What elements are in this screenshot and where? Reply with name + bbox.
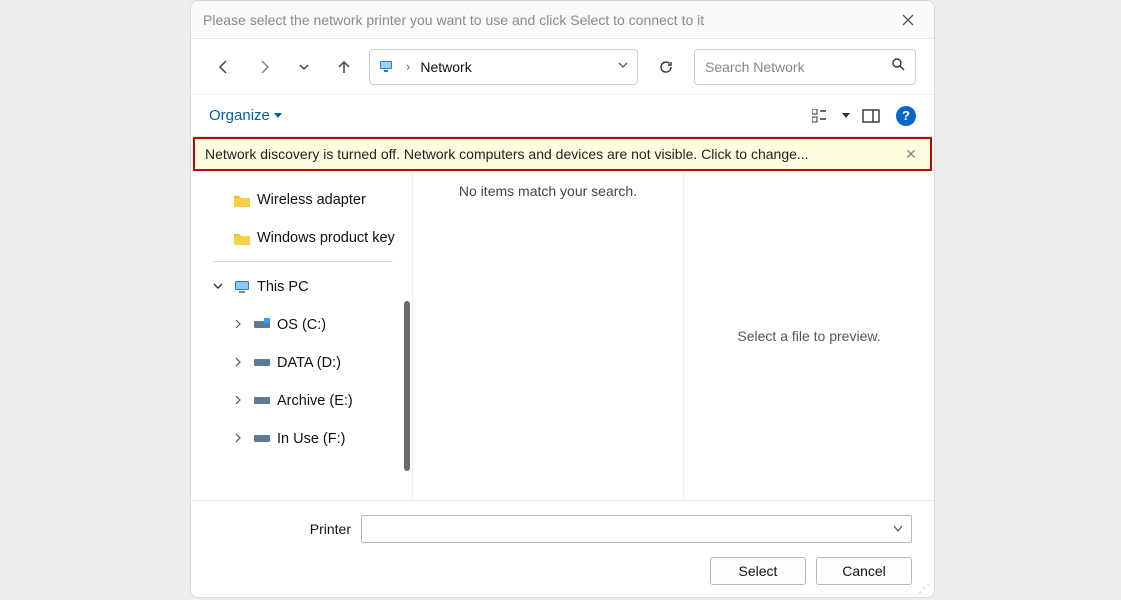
printer-row: Printer [213, 515, 912, 543]
dialog-title: Please select the network printer you wa… [203, 12, 894, 28]
nav-scrollbar-thumb[interactable] [404, 301, 410, 471]
search-icon [891, 57, 905, 76]
printer-combo[interactable] [361, 515, 912, 543]
drive-icon [253, 432, 271, 446]
drive-item[interactable]: Archive (E:) [213, 382, 412, 420]
body: Wireless adapter Windows product key Thi… [191, 171, 934, 500]
network-discovery-warning[interactable]: Network discovery is turned off. Network… [193, 137, 932, 171]
drive-item[interactable]: OS (C:) [213, 306, 412, 344]
drive-item[interactable]: In Use (F:) [213, 420, 412, 458]
help-button[interactable]: ? [896, 106, 916, 126]
navigation-pane[interactable]: Wireless adapter Windows product key Thi… [191, 171, 413, 500]
chevron-down-icon [893, 525, 903, 533]
folder-icon [233, 193, 251, 208]
breadcrumb-separator: › [406, 59, 410, 74]
address-bar[interactable]: › Network [369, 49, 638, 85]
chevron-down-icon[interactable] [213, 280, 227, 294]
file-list[interactable]: No items match your search. [413, 171, 684, 500]
toolbar: Organize ? [191, 95, 934, 137]
address-dropdown[interactable] [617, 58, 629, 76]
drive-label: DATA (D:) [277, 355, 341, 371]
drive-label: Archive (E:) [277, 393, 353, 409]
folder-label: Windows product key [257, 230, 395, 246]
bottom-panel: Printer Select Cancel [191, 500, 934, 597]
folder-icon [233, 231, 251, 246]
titlebar: Please select the network printer you wa… [191, 1, 934, 39]
search-box[interactable] [694, 49, 916, 85]
folder-label: Wireless adapter [257, 192, 366, 208]
empty-list-text: No items match your search. [459, 183, 637, 500]
tree-divider [213, 261, 393, 262]
back-button[interactable] [209, 52, 239, 82]
preview-empty-text: Select a file to preview. [737, 328, 880, 344]
breadcrumb-location[interactable]: Network [420, 59, 471, 75]
network-icon [378, 59, 396, 75]
organize-menu[interactable]: Organize [209, 107, 282, 124]
pc-icon [233, 280, 251, 294]
search-input[interactable] [705, 59, 891, 75]
view-dropdown[interactable] [840, 101, 852, 131]
dialog-buttons: Select Cancel [213, 557, 912, 585]
warning-text: Network discovery is turned off. Network… [205, 146, 902, 162]
drive-label: OS (C:) [277, 317, 326, 333]
content-pane: No items match your search. Select a fil… [413, 171, 934, 500]
up-button[interactable] [329, 52, 359, 82]
chevron-right-icon[interactable] [233, 394, 247, 408]
close-button[interactable] [894, 6, 922, 34]
folder-item[interactable]: Wireless adapter [213, 181, 412, 219]
organize-label: Organize [209, 107, 270, 124]
chevron-right-icon[interactable] [233, 318, 247, 332]
chevron-right-icon[interactable] [233, 356, 247, 370]
drive-label: In Use (F:) [277, 431, 345, 447]
resize-grip[interactable]: ⋰ [918, 581, 930, 595]
preview-pane-toggle[interactable] [856, 101, 886, 131]
recent-dropdown[interactable] [289, 52, 319, 82]
select-button[interactable]: Select [710, 557, 806, 585]
navigation-row: › Network [191, 39, 934, 95]
this-pc-node[interactable]: This PC [213, 268, 412, 306]
chevron-right-icon[interactable] [233, 432, 247, 446]
folder-item[interactable]: Windows product key [213, 219, 412, 257]
drive-icon [253, 356, 271, 370]
refresh-button[interactable] [648, 49, 684, 85]
view-options-button[interactable] [806, 101, 836, 131]
cancel-button[interactable]: Cancel [816, 557, 912, 585]
forward-button[interactable] [249, 52, 279, 82]
drive-icon [253, 394, 271, 408]
printer-label: Printer [213, 521, 351, 537]
drive-item[interactable]: DATA (D:) [213, 344, 412, 382]
preview-pane: Select a file to preview. [684, 171, 934, 500]
drive-icon [253, 318, 271, 332]
this-pc-label: This PC [257, 279, 309, 295]
printer-select-dialog: Please select the network printer you wa… [190, 0, 935, 598]
warning-close-icon[interactable]: ✕ [902, 146, 920, 163]
